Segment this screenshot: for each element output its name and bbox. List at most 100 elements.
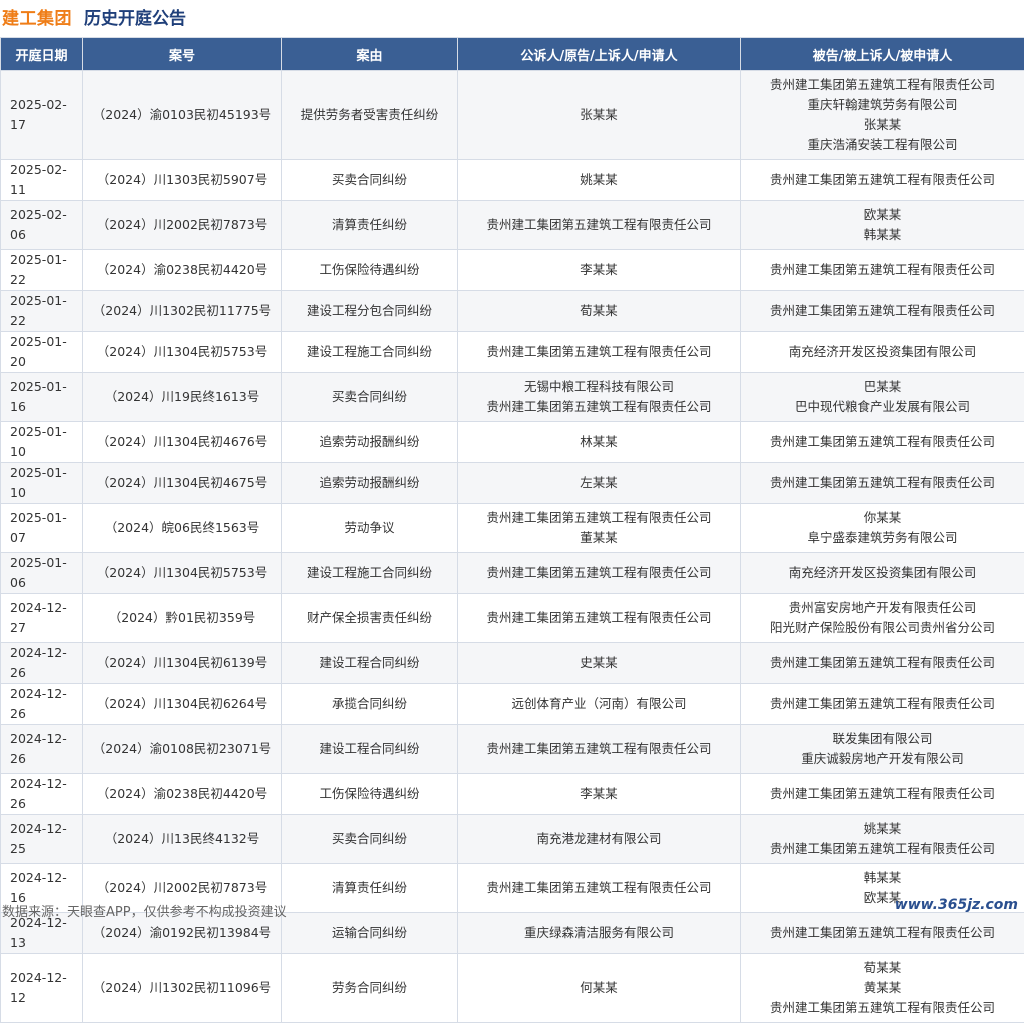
cell-case-no: （2024）川1304民初6139号 <box>83 643 282 684</box>
cell-case-no: （2024）川2002民初7873号 <box>83 201 282 250</box>
plaintiff-name: 贵州建工集团第五建筑工程有限责任公司 <box>460 397 738 417</box>
data-source-note: 数据来源：天眼查APP，仅供参考不构成投资建议 <box>2 901 287 920</box>
plaintiff-name: 贵州建工集团第五建筑工程有限责任公司 <box>460 508 738 528</box>
table-row: 2025-02-11（2024）川1303民初5907号买卖合同纠纷姚某某贵州建… <box>1 160 1024 201</box>
cell-case-no: （2024）川1304民初4676号 <box>83 422 282 463</box>
cell-cause: 建设工程施工合同纠纷 <box>282 553 458 594</box>
plaintiff-name: 重庆绿森清洁服务有限公司 <box>460 923 738 943</box>
company-name: 建工集团 <box>2 4 72 29</box>
cell-defendants: 贵州建工集团第五建筑工程有限责任公司 <box>741 422 1024 463</box>
cell-date: 2024-12-27 <box>1 594 83 643</box>
table-row: 2025-01-22（2024）川1302民初11775号建设工程分包合同纠纷荀… <box>1 291 1024 332</box>
table-header-row: 开庭日期 案号 案由 公诉人/原告/上诉人/申请人 被告/被上诉人/被申请人 <box>1 38 1024 71</box>
cell-defendants: 贵州建工集团第五建筑工程有限责任公司 <box>741 291 1024 332</box>
cell-cause: 建设工程合同纠纷 <box>282 725 458 774</box>
defendant-name: 贵州建工集团第五建筑工程有限责任公司 <box>743 923 1022 943</box>
cell-cause: 运输合同纠纷 <box>282 913 458 954</box>
cell-date: 2025-01-07 <box>1 504 83 553</box>
cell-case-no: （2024）川13民终4132号 <box>83 815 282 864</box>
plaintiff-name: 荀某某 <box>460 301 738 321</box>
cell-plaintiffs: 李某某 <box>458 250 741 291</box>
cell-date: 2024-12-26 <box>1 643 83 684</box>
hearing-table: 开庭日期 案号 案由 公诉人/原告/上诉人/申请人 被告/被上诉人/被申请人 2… <box>0 37 1024 1023</box>
cell-date: 2025-02-06 <box>1 201 83 250</box>
cell-defendants: 贵州建工集团第五建筑工程有限责任公司 <box>741 463 1024 504</box>
cell-defendants: 巴某某巴中现代粮食产业发展有限公司 <box>741 373 1024 422</box>
defendant-name: 联发集团有限公司 <box>743 729 1022 749</box>
table-body: 2025-02-17（2024）渝0103民初45193号提供劳务者受害责任纠纷… <box>1 71 1024 1023</box>
table-row: 2024-12-12（2024）川1302民初11096号劳务合同纠纷何某某荀某… <box>1 954 1024 1023</box>
cell-cause: 劳动争议 <box>282 504 458 553</box>
defendant-name: 欧某某 <box>743 205 1022 225</box>
cell-date: 2025-01-22 <box>1 291 83 332</box>
cell-case-no: （2024）渝0108民初23071号 <box>83 725 282 774</box>
hearing-table-container: 开庭日期 案号 案由 公诉人/原告/上诉人/申请人 被告/被上诉人/被申请人 2… <box>0 37 1024 1023</box>
cell-cause: 工伤保险待遇纠纷 <box>282 250 458 291</box>
cell-defendants: 贵州建工集团第五建筑工程有限责任公司 <box>741 643 1024 684</box>
table-row: 2025-01-06（2024）川1304民初5753号建设工程施工合同纠纷贵州… <box>1 553 1024 594</box>
site-watermark-link[interactable]: www.365jz.com <box>895 897 1018 913</box>
cell-date: 2024-12-12 <box>1 954 83 1023</box>
cell-plaintiffs: 贵州建工集团第五建筑工程有限责任公司 <box>458 332 741 373</box>
cell-cause: 追索劳动报酬纠纷 <box>282 422 458 463</box>
cell-plaintiffs: 无锡中粮工程科技有限公司贵州建工集团第五建筑工程有限责任公司 <box>458 373 741 422</box>
defendant-name: 巴某某 <box>743 377 1022 397</box>
cell-plaintiffs: 史某某 <box>458 643 741 684</box>
cell-defendants: 贵州建工集团第五建筑工程有限责任公司 <box>741 684 1024 725</box>
cell-plaintiffs: 南充港龙建材有限公司 <box>458 815 741 864</box>
defendant-name: 荀某某 <box>743 958 1022 978</box>
cell-case-no: （2024）川1303民初5907号 <box>83 160 282 201</box>
cell-date: 2025-01-20 <box>1 332 83 373</box>
cell-date: 2025-01-10 <box>1 422 83 463</box>
cell-case-no: （2024）渝0238民初4420号 <box>83 774 282 815</box>
cell-defendants: 贵州建工集团第五建筑工程有限责任公司 <box>741 913 1024 954</box>
cell-plaintiffs: 李某某 <box>458 774 741 815</box>
plaintiff-name: 贵州建工集团第五建筑工程有限责任公司 <box>460 342 738 362</box>
cell-defendants: 贵州建工集团第五建筑工程有限责任公司 <box>741 160 1024 201</box>
cell-defendants: 南充经济开发区投资集团有限公司 <box>741 332 1024 373</box>
defendant-name: 贵州建工集团第五建筑工程有限责任公司 <box>743 170 1022 190</box>
cell-date: 2025-01-10 <box>1 463 83 504</box>
defendant-name: 贵州建工集团第五建筑工程有限责任公司 <box>743 260 1022 280</box>
cell-date: 2024-12-26 <box>1 774 83 815</box>
plaintiff-name: 董某某 <box>460 528 738 548</box>
cell-date: 2025-02-11 <box>1 160 83 201</box>
defendant-name: 贵州建工集团第五建筑工程有限责任公司 <box>743 653 1022 673</box>
cell-case-no: （2024）川1302民初11775号 <box>83 291 282 332</box>
table-row: 2024-12-26（2024）渝0238民初4420号工伤保险待遇纠纷李某某贵… <box>1 774 1024 815</box>
cell-cause: 财产保全损害责任纠纷 <box>282 594 458 643</box>
cell-plaintiffs: 张某某 <box>458 71 741 160</box>
table-row: 2025-01-16（2024）川19民终1613号买卖合同纠纷无锡中粮工程科技… <box>1 373 1024 422</box>
cell-defendants: 贵州富安房地产开发有限责任公司阳光财产保险股份有限公司贵州省分公司 <box>741 594 1024 643</box>
cell-cause: 清算责任纠纷 <box>282 864 458 913</box>
defendant-name: 贵州建工集团第五建筑工程有限责任公司 <box>743 473 1022 493</box>
plaintiff-name: 李某某 <box>460 260 738 280</box>
defendant-name: 贵州建工集团第五建筑工程有限责任公司 <box>743 694 1022 714</box>
cell-case-no: （2024）川1304民初4675号 <box>83 463 282 504</box>
cell-cause: 劳务合同纠纷 <box>282 954 458 1023</box>
defendant-name: 贵州建工集团第五建筑工程有限责任公司 <box>743 432 1022 452</box>
table-row: 2025-02-17（2024）渝0103民初45193号提供劳务者受害责任纠纷… <box>1 71 1024 160</box>
cell-plaintiffs: 左某某 <box>458 463 741 504</box>
plaintiff-name: 张某某 <box>460 105 738 125</box>
cell-case-no: （2024）川1302民初11096号 <box>83 954 282 1023</box>
cell-case-no: （2024）渝0103民初45193号 <box>83 71 282 160</box>
cell-plaintiffs: 荀某某 <box>458 291 741 332</box>
defendant-name: 重庆诚毅房地产开发有限公司 <box>743 749 1022 769</box>
cell-case-no: （2024）川1304民初5753号 <box>83 553 282 594</box>
cell-plaintiffs: 贵州建工集团第五建筑工程有限责任公司 <box>458 864 741 913</box>
plaintiff-name: 姚某某 <box>460 170 738 190</box>
defendant-name: 贵州富安房地产开发有限责任公司 <box>743 598 1022 618</box>
cell-plaintiffs: 姚某某 <box>458 160 741 201</box>
table-row: 2025-01-10（2024）川1304民初4675号追索劳动报酬纠纷左某某贵… <box>1 463 1024 504</box>
cell-plaintiffs: 何某某 <box>458 954 741 1023</box>
plaintiff-name: 左某某 <box>460 473 738 493</box>
defendant-name: 贵州建工集团第五建筑工程有限责任公司 <box>743 301 1022 321</box>
cell-date: 2024-12-25 <box>1 815 83 864</box>
page-title: 历史开庭公告 <box>84 4 186 29</box>
table-row: 2025-01-07（2024）皖06民终1563号劳动争议贵州建工集团第五建筑… <box>1 504 1024 553</box>
defendant-name: 黄某某 <box>743 978 1022 998</box>
defendant-name: 你某某 <box>743 508 1022 528</box>
cell-defendants: 你某某阜宁盛泰建筑劳务有限公司 <box>741 504 1024 553</box>
cell-plaintiffs: 贵州建工集团第五建筑工程有限责任公司 <box>458 553 741 594</box>
